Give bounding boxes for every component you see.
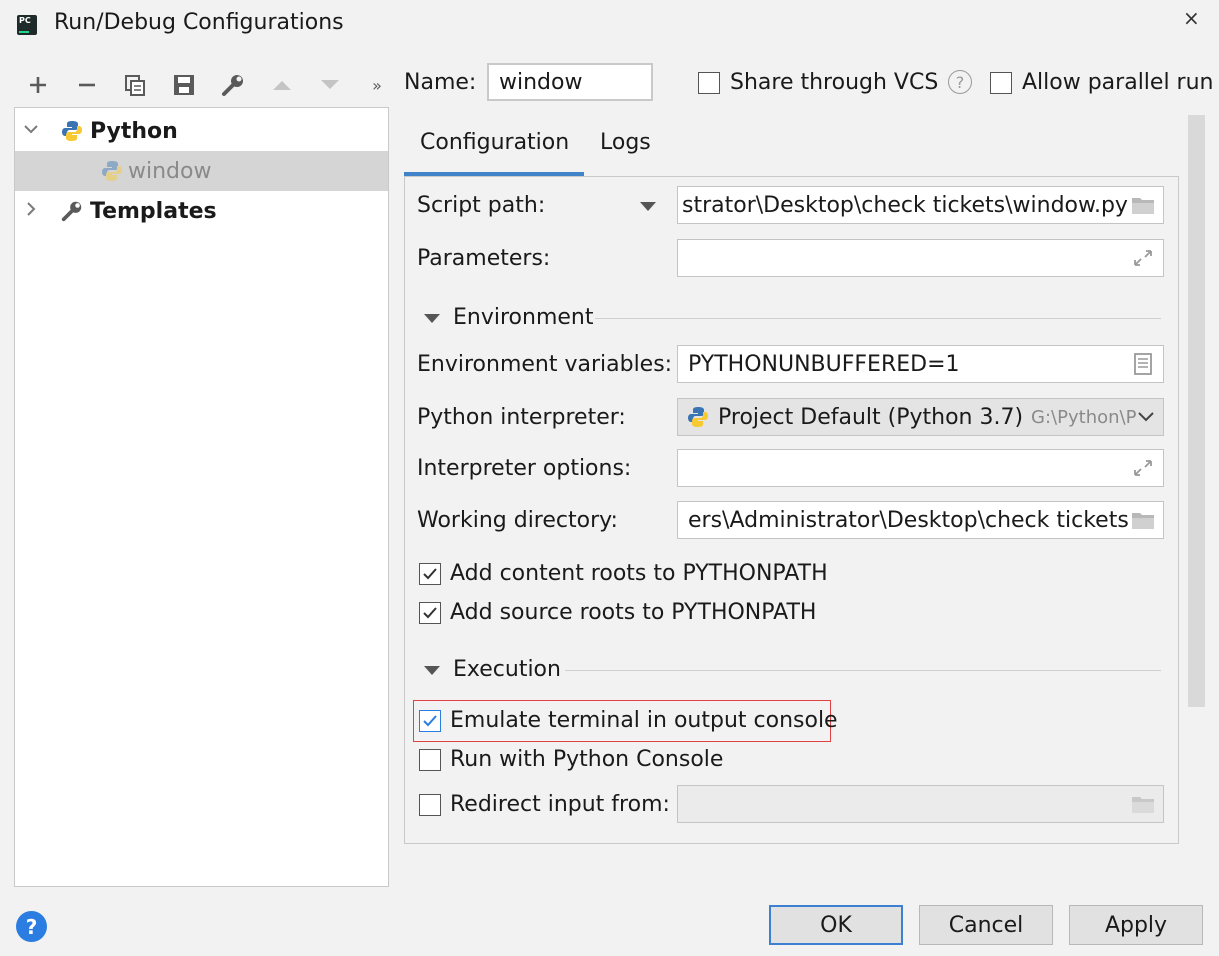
run-python-console-label: Run with Python Console	[450, 747, 724, 772]
close-icon[interactable]: ×	[1183, 6, 1200, 30]
checkmark-icon	[423, 607, 437, 619]
checkmark-icon	[423, 568, 437, 580]
move-up-icon[interactable]	[267, 70, 297, 100]
save-icon[interactable]	[169, 70, 199, 100]
tree-node-python[interactable]: Python	[15, 111, 388, 151]
vertical-scrollbar[interactable]	[1188, 115, 1205, 707]
name-label: Name:	[404, 70, 477, 95]
section-divider	[595, 318, 1161, 319]
help-question-icon[interactable]: ?	[948, 70, 972, 94]
wrench-icon	[61, 201, 82, 222]
working-directory-field[interactable]: ers\Administrator\Desktop\check tickets	[677, 501, 1164, 539]
add-source-roots-label: Add source roots to PYTHONPATH	[450, 600, 817, 625]
working-directory-value: ers\Administrator\Desktop\check tickets	[688, 507, 1129, 533]
add-content-roots-checkbox[interactable]	[419, 563, 441, 585]
help-button[interactable]: ?	[16, 911, 47, 942]
environment-collapse-toggle[interactable]	[424, 314, 440, 323]
triangle-down-icon	[424, 666, 440, 675]
execution-collapse-toggle[interactable]	[424, 666, 440, 675]
python-interpreter-select[interactable]: Project Default (Python 3.7) G:\Python\P	[677, 398, 1164, 436]
expand-icon[interactable]	[1131, 247, 1155, 269]
add-icon[interactable]	[23, 70, 53, 100]
checkmark-icon	[423, 715, 437, 727]
allow-parallel-label: Allow parallel run	[1022, 70, 1214, 95]
working-directory-label: Working directory:	[417, 508, 618, 533]
folder-icon[interactable]	[1131, 793, 1155, 815]
remove-icon[interactable]	[72, 70, 102, 100]
script-path-label: Script path:	[417, 193, 546, 218]
move-down-icon[interactable]	[315, 70, 345, 100]
python-icon	[688, 407, 708, 427]
emulate-terminal-label: Emulate terminal in output console	[450, 708, 838, 733]
tab-logs[interactable]: Logs	[600, 130, 651, 155]
script-path-field[interactable]: strator\Desktop\check tickets\window.py	[677, 186, 1164, 224]
python-interpreter-path: G:\Python\P	[1031, 406, 1137, 428]
chevron-right-icon[interactable]	[23, 201, 39, 222]
python-icon	[62, 121, 82, 141]
redirect-input-field[interactable]	[677, 785, 1164, 823]
redirect-input-label: Redirect input from:	[450, 792, 670, 817]
python-icon	[102, 161, 122, 181]
tree-node-window[interactable]: window	[15, 151, 388, 191]
run-python-console-checkbox[interactable]	[419, 749, 441, 771]
allow-parallel-checkbox[interactable]	[990, 72, 1012, 94]
wrench-icon[interactable]	[218, 70, 248, 100]
redirect-input-checkbox[interactable]	[419, 794, 441, 816]
chevron-down-icon[interactable]	[23, 121, 39, 142]
python-interpreter-value: Project Default (Python 3.7)	[718, 404, 1024, 430]
script-path-type-dropdown[interactable]	[640, 202, 656, 211]
window-title: Run/Debug Configurations	[54, 10, 344, 35]
more-actions-icon[interactable]: »	[362, 70, 392, 100]
python-interpreter-label: Python interpreter:	[417, 405, 626, 430]
add-content-roots-label: Add content roots to PYTHONPATH	[450, 561, 828, 586]
tree-label-window: window	[128, 158, 212, 184]
interpreter-options-field[interactable]	[677, 449, 1164, 487]
add-source-roots-checkbox[interactable]	[419, 602, 441, 624]
share-vcs-checkbox[interactable]	[698, 72, 720, 94]
ok-button[interactable]: OK	[769, 905, 903, 945]
name-input[interactable]	[487, 63, 653, 101]
emulate-terminal-checkbox[interactable]	[419, 710, 441, 732]
triangle-down-icon	[640, 202, 656, 211]
expand-icon[interactable]	[1131, 457, 1155, 479]
tab-configuration[interactable]: Configuration	[420, 130, 569, 155]
environment-section-title: Environment	[453, 305, 594, 330]
environment-variables-label: Environment variables:	[417, 352, 673, 377]
environment-variables-field[interactable]: PYTHONUNBUFFERED=1	[677, 345, 1164, 383]
tree-node-templates[interactable]: Templates	[15, 191, 388, 231]
execution-section-title: Execution	[453, 657, 561, 682]
script-path-value: strator\Desktop\check tickets\window.py	[682, 192, 1128, 218]
configuration-tree[interactable]: Python window Templates	[14, 107, 389, 887]
pycharm-app-icon	[17, 15, 37, 35]
environment-variables-value: PYTHONUNBUFFERED=1	[688, 351, 960, 377]
triangle-down-icon	[424, 314, 440, 323]
folder-icon[interactable]	[1131, 509, 1155, 531]
tree-label-python: Python	[90, 118, 178, 144]
chevron-down-icon	[1138, 412, 1154, 422]
tree-label-templates: Templates	[90, 198, 217, 224]
parameters-field[interactable]	[677, 239, 1164, 277]
cancel-button[interactable]: Cancel	[919, 905, 1053, 945]
list-edit-icon[interactable]	[1131, 353, 1155, 375]
parameters-label: Parameters:	[417, 246, 551, 271]
share-vcs-label: Share through VCS	[730, 70, 939, 95]
folder-icon[interactable]	[1131, 194, 1155, 216]
section-divider	[565, 670, 1161, 671]
copy-icon[interactable]	[120, 70, 150, 100]
apply-button[interactable]: Apply	[1069, 905, 1203, 945]
interpreter-options-label: Interpreter options:	[417, 456, 632, 481]
